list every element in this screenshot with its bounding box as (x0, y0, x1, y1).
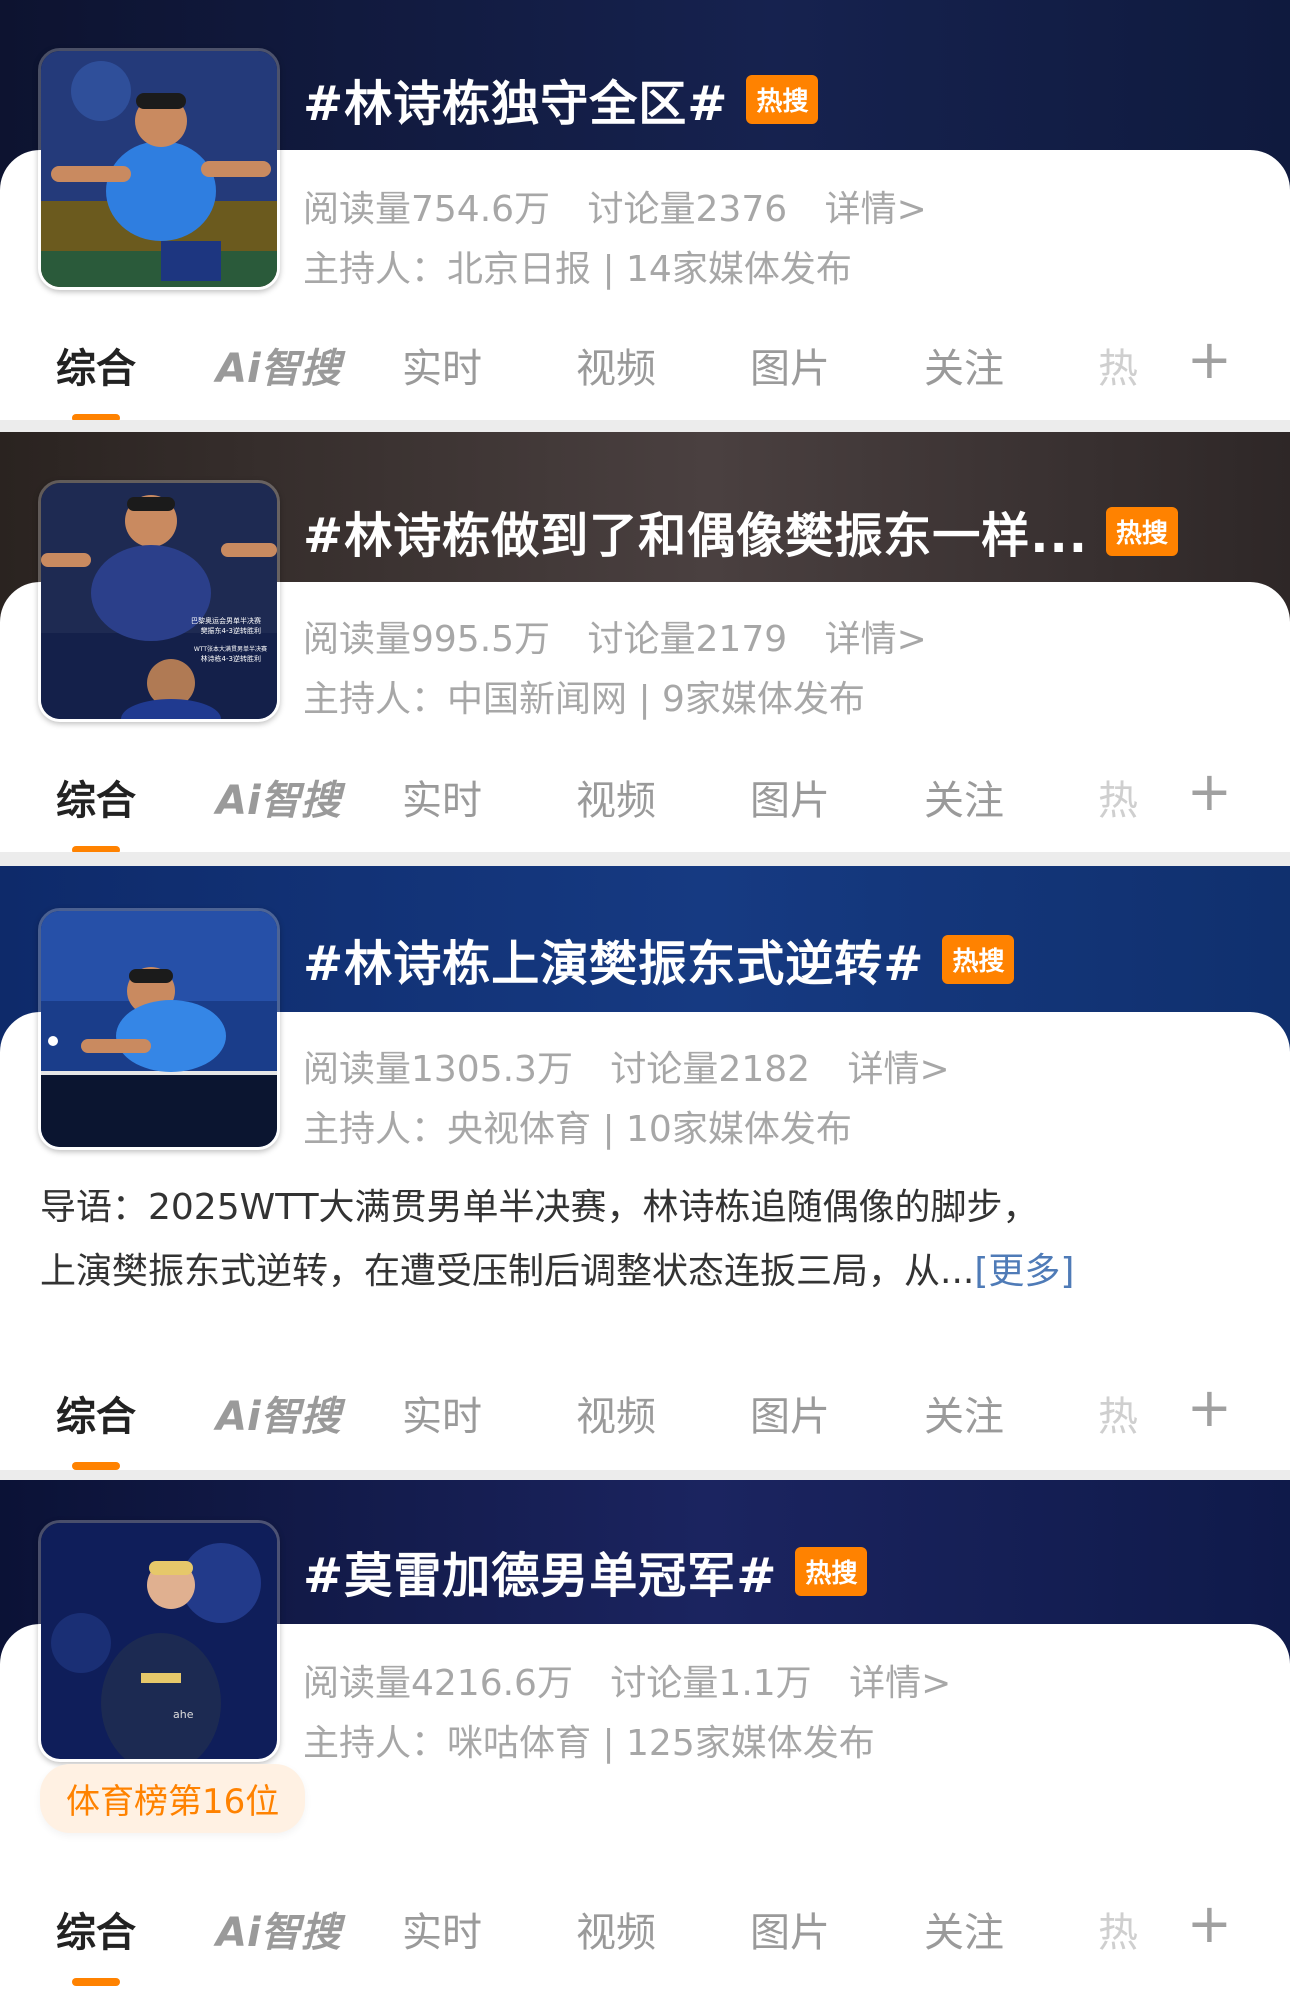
add-tab-icon[interactable]: + (1187, 1376, 1232, 1439)
tab-video[interactable]: 视频 (576, 1384, 656, 1442)
read-count: 阅读量754.6万 (303, 189, 551, 230)
details-link[interactable]: 详情> (825, 189, 927, 230)
discussion-count: 讨论量2179 (587, 619, 788, 660)
tab-images[interactable]: 图片 (750, 1900, 830, 1958)
tab-realtime[interactable]: 实时 (402, 336, 482, 394)
svg-text:ahe: ahe (173, 1708, 194, 1721)
category-rank-badge[interactable]: 体育榜第16位 (40, 1764, 306, 1833)
tab-realtime[interactable]: 实时 (402, 1900, 482, 1958)
table-tennis-collage-photo: 巴黎奥运会男单半决赛 樊振东4-3逆转胜利 WTT张本大满贯男单半决赛 林诗栋4… (41, 483, 277, 719)
read-count: 阅读量1305.3万 (303, 1049, 573, 1090)
topic-title[interactable]: #林诗栋独守全区# (303, 64, 728, 134)
details-link[interactable]: 详情> (825, 619, 927, 660)
tab-ai-search[interactable]: Ai智搜 (216, 1384, 341, 1442)
topic-title[interactable]: #莫雷加德男单冠军# (303, 1536, 777, 1606)
tab-ai-search[interactable]: Ai智搜 (216, 768, 341, 826)
tab-comprehensive[interactable]: 综合 (56, 336, 136, 420)
topic-title[interactable]: #林诗栋做到了和偶像樊振东一样... (303, 496, 1088, 566)
topic-card-3[interactable]: #林诗栋上演樊振东式逆转# 热搜 阅读量1305.3万 讨论量2182 详情> … (0, 866, 1290, 1470)
tab-ai-search[interactable]: Ai智搜 (216, 1900, 341, 1958)
tab-video[interactable]: 视频 (576, 768, 656, 826)
title-row: #林诗栋做到了和偶像樊振东一样... 热搜 (303, 496, 1178, 566)
intro-line-1: 导语：2025WTT大满贯男单半决赛，林诗栋追随偶像的脚步， (40, 1187, 1039, 1228)
read-count: 阅读量4216.6万 (303, 1663, 573, 1704)
table-tennis-player-photo (41, 51, 277, 287)
tab-bar: 综合 Ai智搜 实时 视频 图片 关注 热 + (0, 316, 1290, 420)
title-row: #林诗栋上演樊振东式逆转# 热搜 (303, 924, 1015, 994)
topic-card-1[interactable]: #林诗栋独守全区# 热搜 阅读量754.6万 讨论量2376 详情> 主持人：北… (0, 0, 1290, 420)
topic-host: 主持人：北京日报 | 14家媒体发布 (303, 249, 852, 290)
topic-stats: 阅读量754.6万 讨论量2376 详情> (303, 180, 953, 232)
tab-images[interactable]: 图片 (750, 336, 830, 394)
topic-thumbnail[interactable]: 巴黎奥运会男单半决赛 樊振东4-3逆转胜利 WTT张本大满贯男单半决赛 林诗栋4… (38, 480, 280, 722)
tab-images[interactable]: 图片 (750, 768, 830, 826)
intro-line-2: 上演樊振东式逆转，在遭受压制后调整状态连扳三局，从...[更多] (40, 1240, 1250, 1304)
table-tennis-player-photo: ahe (41, 1523, 277, 1759)
tab-video[interactable]: 视频 (576, 336, 656, 394)
thumb-caption-4: 林诗栋4-3逆转胜利 (201, 654, 261, 663)
read-count: 阅读量995.5万 (303, 619, 551, 660)
topic-thumbnail[interactable]: ahe (38, 1520, 280, 1762)
more-link[interactable]: [更多] (974, 1251, 1074, 1292)
topic-thumbnail[interactable] (38, 48, 280, 290)
hot-search-badge: 热搜 (942, 934, 1015, 984)
thumb-caption-3: WTT张本大满贯男单半决赛 (194, 645, 267, 653)
topic-card-2[interactable]: 巴黎奥运会男单半决赛 樊振东4-3逆转胜利 WTT张本大满贯男单半决赛 林诗栋4… (0, 432, 1290, 852)
topic-intro: 导语：2025WTT大满贯男单半决赛，林诗栋追随偶像的脚步， 上演樊振东式逆转，… (40, 1176, 1250, 1304)
topic-host: 主持人：中国新闻网 | 9家媒体发布 (303, 679, 865, 720)
hot-search-badge: 热搜 (1105, 506, 1178, 556)
tab-comprehensive[interactable]: 综合 (56, 1900, 136, 1986)
tab-following[interactable]: 关注 (924, 1900, 1004, 1958)
details-link[interactable]: 详情> (849, 1663, 951, 1704)
topic-card-4[interactable]: ahe #莫雷加德男单冠军# 热搜 阅读量4216.6万 讨论量1.1万 详情>… (0, 1480, 1290, 1990)
title-row: #莫雷加德男单冠军# 热搜 (303, 1536, 868, 1606)
tab-comprehensive[interactable]: 综合 (56, 1384, 136, 1470)
topic-stats: 阅读量4216.6万 讨论量1.1万 详情> (303, 1654, 977, 1706)
topic-host: 主持人：央视体育 | 10家媒体发布 (303, 1109, 852, 1150)
tab-bar: 综合 Ai智搜 实时 视频 图片 关注 热 + (0, 1880, 1290, 1986)
table-tennis-player-photo (41, 911, 277, 1147)
intro-line-2-text: 上演樊振东式逆转，在遭受压制后调整状态连扳三局，从... (40, 1251, 975, 1292)
tab-realtime[interactable]: 实时 (402, 1384, 482, 1442)
topic-host: 主持人：咪咕体育 | 125家媒体发布 (303, 1723, 875, 1764)
title-row: #林诗栋独守全区# 热搜 (303, 64, 819, 134)
add-tab-icon[interactable]: + (1187, 760, 1232, 823)
discussion-count: 讨论量1.1万 (610, 1663, 812, 1704)
add-tab-icon[interactable]: + (1187, 1892, 1232, 1955)
thumb-caption-1: 巴黎奥运会男单半决赛 (191, 616, 261, 625)
topic-stats: 阅读量1305.3万 讨论量2182 详情> (303, 1040, 976, 1092)
tab-images[interactable]: 图片 (750, 1384, 830, 1442)
tab-following[interactable]: 关注 (924, 336, 1004, 394)
tab-bar: 综合 Ai智搜 实时 视频 图片 关注 热 + (0, 1364, 1290, 1470)
tab-hot[interactable]: 热 (1098, 336, 1138, 394)
tab-hot[interactable]: 热 (1098, 768, 1138, 826)
tab-ai-search[interactable]: Ai智搜 (216, 336, 341, 394)
discussion-count: 讨论量2182 (610, 1049, 811, 1090)
topic-title[interactable]: #林诗栋上演樊振东式逆转# (303, 924, 924, 994)
topic-stats: 阅读量995.5万 讨论量2179 详情> (303, 610, 953, 662)
details-link[interactable]: 详情> (848, 1049, 950, 1090)
thumb-caption-2: 樊振东4-3逆转胜利 (201, 626, 261, 635)
tab-hot[interactable]: 热 (1098, 1384, 1138, 1442)
tab-hot[interactable]: 热 (1098, 1900, 1138, 1958)
tab-following[interactable]: 关注 (924, 1384, 1004, 1442)
hot-search-badge: 热搜 (795, 1546, 868, 1596)
add-tab-icon[interactable]: + (1187, 328, 1232, 391)
tab-following[interactable]: 关注 (924, 768, 1004, 826)
discussion-count: 讨论量2376 (587, 189, 788, 230)
hot-search-badge: 热搜 (746, 74, 819, 124)
tab-comprehensive[interactable]: 综合 (56, 768, 136, 852)
tab-realtime[interactable]: 实时 (402, 768, 482, 826)
tab-video[interactable]: 视频 (576, 1900, 656, 1958)
topic-thumbnail[interactable] (38, 908, 280, 1150)
tab-bar: 综合 Ai智搜 实时 视频 图片 关注 热 + (0, 748, 1290, 852)
